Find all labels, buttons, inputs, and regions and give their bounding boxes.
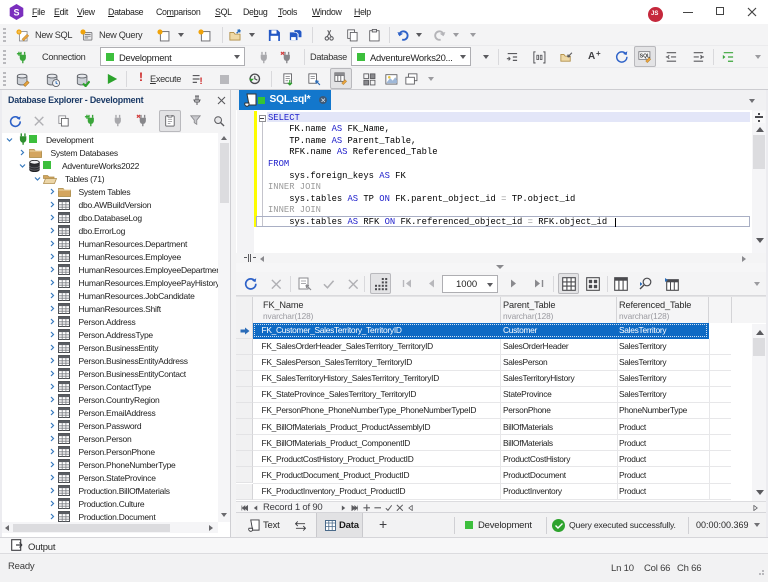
svg-text:S: S (13, 8, 19, 18)
svg-text:!: ! (200, 76, 203, 86)
